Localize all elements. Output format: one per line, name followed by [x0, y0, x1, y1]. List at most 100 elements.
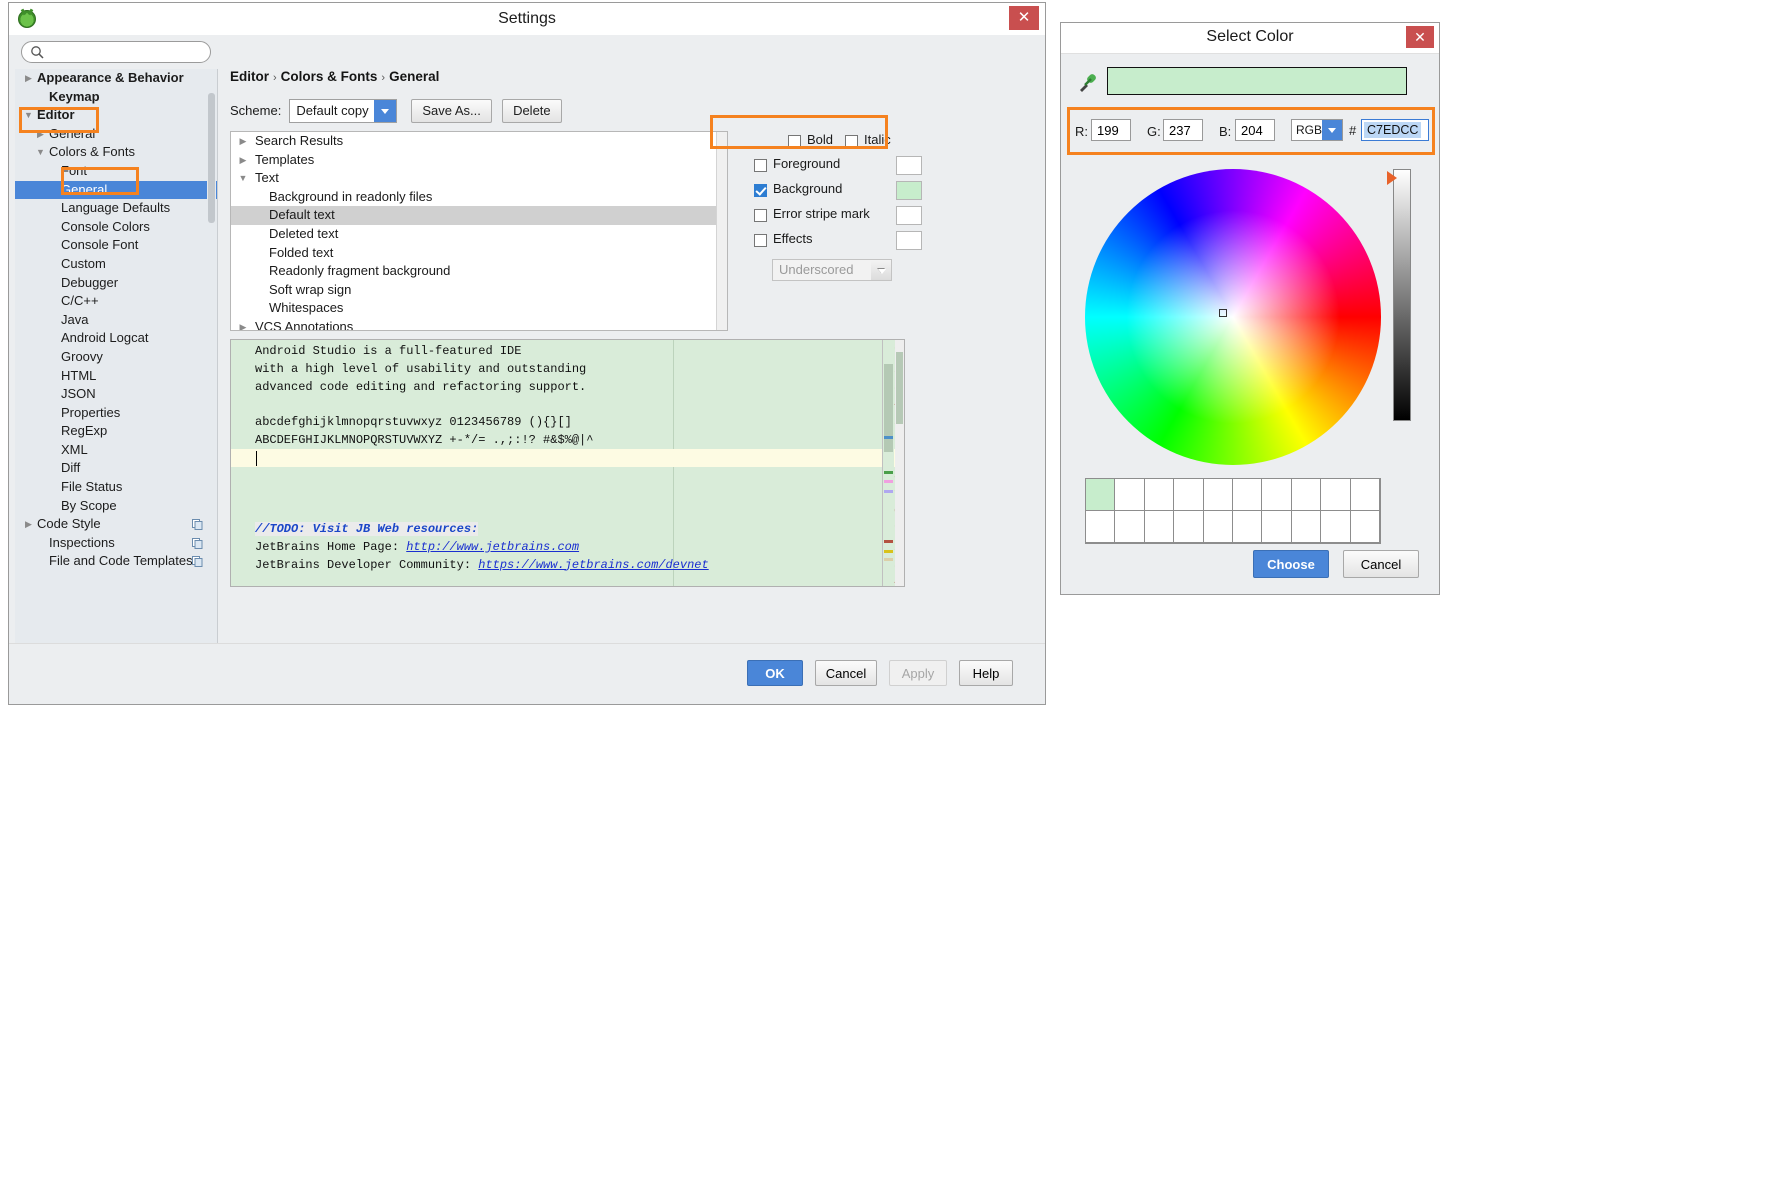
sidebar-item-diff[interactable]: Diff: [15, 459, 217, 478]
sidebar-item-console-font[interactable]: Console Font: [15, 236, 217, 255]
sidebar-item-font[interactable]: Font: [15, 162, 217, 181]
chevron-down-icon[interactable]: ▼: [237, 169, 249, 188]
hex-input[interactable]: C7EDCC: [1361, 119, 1429, 141]
sidebar-item-debugger[interactable]: Debugger: [15, 274, 217, 293]
sidebar-item-java[interactable]: Java: [15, 311, 217, 330]
palette-swatch[interactable]: [1351, 511, 1380, 543]
palette-swatch[interactable]: [1145, 511, 1174, 543]
copy-icon[interactable]: [192, 538, 203, 549]
save-as-button[interactable]: Save As...: [411, 99, 492, 123]
eyedropper-icon[interactable]: [1077, 71, 1099, 93]
sidebar-item-general[interactable]: ▶General: [15, 125, 217, 144]
color-list-item[interactable]: Soft wrap sign: [231, 281, 727, 300]
sidebar-item-console-colors[interactable]: Console Colors: [15, 218, 217, 237]
preview-scrollbar-thumb[interactable]: [896, 352, 903, 424]
sidebar-item-colors-fonts[interactable]: ▼Colors & Fonts: [15, 143, 217, 162]
palette-swatch[interactable]: [1262, 511, 1291, 543]
sidebar-item-file-status[interactable]: File Status: [15, 478, 217, 497]
sidebar-item-editor[interactable]: ▼Editor: [15, 106, 217, 125]
error-stripe-markbar[interactable]: [882, 340, 894, 586]
color-settings-list[interactable]: ▶Search Results▶Templates▼TextBackground…: [230, 131, 728, 331]
palette-swatch[interactable]: [1321, 511, 1350, 543]
delete-button[interactable]: Delete: [502, 99, 562, 123]
settings-sidebar-tree[interactable]: ▶Appearance & BehaviorKeymap▼Editor▶Gene…: [15, 69, 218, 644]
r-input[interactable]: [1091, 119, 1131, 141]
b-input[interactable]: [1235, 119, 1275, 141]
color-list-item[interactable]: ▶Search Results: [231, 132, 727, 151]
sidebar-item-html[interactable]: HTML: [15, 367, 217, 386]
sidebar-item-regexp[interactable]: RegExp: [15, 422, 217, 441]
color-list-item[interactable]: ▼Text: [231, 169, 727, 188]
sidebar-item-code-style[interactable]: ▶Code Style: [15, 515, 217, 534]
choose-button[interactable]: Choose: [1253, 550, 1329, 578]
effect-type-dropdown[interactable]: Underscored: [772, 259, 892, 281]
code-hyperlink[interactable]: http://www.jetbrains.com: [406, 540, 579, 554]
chevron-right-icon[interactable]: ▶: [23, 69, 34, 88]
palette-swatch[interactable]: [1262, 479, 1291, 511]
sidebar-scrollbar[interactable]: [207, 69, 216, 644]
attribute-color-swatch[interactable]: [896, 231, 922, 250]
attribute-color-swatch[interactable]: [896, 156, 922, 175]
apply-button[interactable]: Apply: [889, 660, 947, 686]
palette-swatch[interactable]: [1292, 511, 1321, 543]
chevron-right-icon[interactable]: ▶: [237, 151, 249, 170]
recent-colors-palette[interactable]: [1085, 478, 1381, 544]
color-list-item[interactable]: Whitespaces: [231, 299, 727, 318]
italic-checkbox[interactable]: [845, 135, 858, 148]
help-button[interactable]: Help: [959, 660, 1013, 686]
chevron-down-icon[interactable]: [871, 260, 891, 280]
code-hyperlink[interactable]: https://www.jetbrains.com/devnet: [478, 558, 708, 572]
close-icon[interactable]: ✕: [1406, 26, 1434, 48]
scheme-dropdown[interactable]: Default copy: [289, 99, 397, 123]
color-wheel-cursor[interactable]: [1219, 309, 1227, 317]
background-checkbox[interactable]: [754, 184, 767, 197]
chevron-down-icon[interactable]: ▼: [23, 106, 34, 125]
palette-swatch[interactable]: [1204, 511, 1233, 543]
color-list-item[interactable]: ▶Templates: [231, 151, 727, 170]
palette-swatch[interactable]: [1351, 479, 1380, 511]
brightness-slider-marker[interactable]: [1387, 171, 1397, 185]
close-icon[interactable]: ✕: [1009, 6, 1039, 30]
palette-swatch[interactable]: [1115, 479, 1144, 511]
g-input[interactable]: [1163, 119, 1203, 141]
color-mode-dropdown[interactable]: RGB: [1291, 119, 1343, 141]
attribute-color-swatch[interactable]: [896, 206, 922, 225]
palette-swatch[interactable]: [1086, 511, 1115, 543]
chevron-right-icon[interactable]: ▶: [23, 515, 34, 534]
chevron-down-icon[interactable]: [374, 100, 396, 122]
sidebar-item-language-defaults[interactable]: Language Defaults: [15, 199, 217, 218]
palette-swatch[interactable]: [1233, 511, 1262, 543]
preview-editor[interactable]: 1Android Studio is a full-featured IDE2w…: [230, 339, 905, 587]
effects-checkbox[interactable]: [754, 234, 767, 247]
sidebar-item-inspections[interactable]: Inspections: [15, 534, 217, 553]
error-stripe-mark-checkbox[interactable]: [754, 209, 767, 222]
foreground-checkbox[interactable]: [754, 159, 767, 172]
chevron-right-icon[interactable]: ▶: [237, 132, 249, 151]
search-input[interactable]: [21, 41, 211, 63]
sidebar-item-c-c[interactable]: C/C++: [15, 292, 217, 311]
palette-swatch[interactable]: [1086, 479, 1115, 511]
copy-icon[interactable]: [192, 519, 203, 530]
ok-button[interactable]: OK: [747, 660, 803, 686]
color-list-item[interactable]: Background in readonly files: [231, 188, 727, 207]
palette-swatch[interactable]: [1292, 479, 1321, 511]
color-list-scrollbar[interactable]: [716, 132, 727, 330]
copy-icon[interactable]: [192, 556, 203, 567]
color-list-item[interactable]: Folded text: [231, 244, 727, 263]
palette-swatch[interactable]: [1174, 479, 1203, 511]
chevron-down-icon[interactable]: [1322, 120, 1342, 140]
sidebar-item-appearance-behavior[interactable]: ▶Appearance & Behavior: [15, 69, 217, 88]
sidebar-item-android-logcat[interactable]: Android Logcat: [15, 329, 217, 348]
chevron-down-icon[interactable]: ▼: [35, 143, 46, 162]
palette-swatch[interactable]: [1174, 511, 1203, 543]
sidebar-item-custom[interactable]: Custom: [15, 255, 217, 274]
palette-swatch[interactable]: [1233, 479, 1262, 511]
color-wheel[interactable]: [1085, 169, 1381, 465]
sidebar-item-groovy[interactable]: Groovy: [15, 348, 217, 367]
preview-scrollbar[interactable]: [895, 340, 904, 586]
chevron-right-icon[interactable]: ▶: [237, 318, 249, 331]
sidebar-item-file-and-code-templates[interactable]: File and Code Templates: [15, 552, 217, 571]
chevron-right-icon[interactable]: ▶: [35, 125, 46, 144]
cancel-button[interactable]: Cancel: [815, 660, 877, 686]
sidebar-item-json[interactable]: JSON: [15, 385, 217, 404]
